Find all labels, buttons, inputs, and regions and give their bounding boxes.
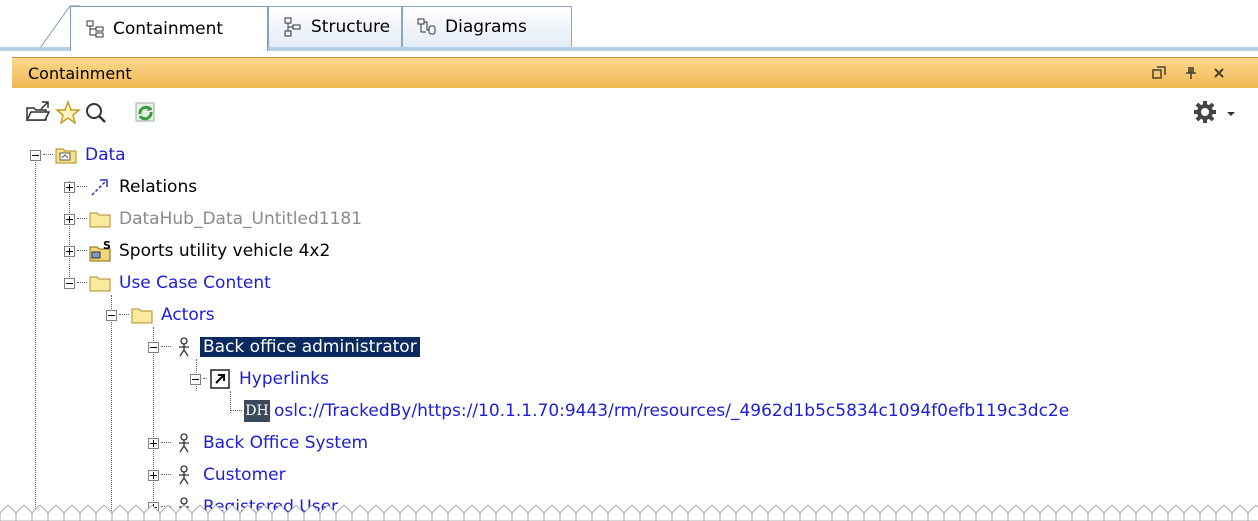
folder-icon: [89, 212, 111, 228]
tree-label: Actors: [161, 305, 215, 325]
tab-structure[interactable]: Structure: [268, 6, 402, 47]
collapse-toggle[interactable]: [148, 341, 159, 353]
pin-icon[interactable]: [1184, 66, 1198, 80]
collapse-toggle[interactable]: [106, 309, 117, 321]
tree-node-datahub-data[interactable]: DataHub_Data_Untitled1181: [64, 205, 365, 233]
refresh-sync-icon[interactable]: [132, 99, 160, 127]
gear-icon[interactable]: [1192, 99, 1220, 127]
tree-node-oslc-link[interactable]: DH oslc://TrackedBy/https://10.1.1.70:94…: [230, 397, 1072, 425]
tree-label: Sports utility vehicle 4x2: [119, 241, 331, 261]
expand-toggle[interactable]: [64, 245, 75, 257]
tab-diagrams[interactable]: Diagrams: [402, 6, 572, 47]
favorite-star-icon[interactable]: [54, 99, 82, 127]
tab-label: Containment: [113, 19, 224, 39]
collapse-toggle[interactable]: [64, 277, 75, 289]
model-package-icon: S: [89, 240, 111, 262]
tree-label: Hyperlinks: [239, 369, 330, 389]
tree-node-hyperlinks[interactable]: Hyperlinks: [190, 365, 332, 393]
containment-tree: Data Relations DataHub_Data_Untitled1181…: [12, 137, 1258, 521]
tab-strip-edge: [39, 5, 80, 49]
containment-tree-icon: [86, 20, 104, 38]
restore-icon[interactable]: [1152, 66, 1166, 80]
package-folder-icon: [55, 148, 77, 164]
folder-icon: [89, 276, 111, 292]
tree-node-data[interactable]: Data: [30, 141, 129, 169]
panel-title: Containment: [28, 64, 132, 83]
tree-node-sports-utility-vehicle[interactable]: S Sports utility vehicle 4x2: [64, 237, 333, 265]
relations-icon: [91, 179, 108, 196]
folder-icon: [131, 308, 153, 324]
search-icon[interactable]: [82, 99, 110, 127]
panel-toolbar: [12, 91, 1258, 137]
torn-edge: [0, 505, 1258, 521]
tree-node-customer[interactable]: Customer: [148, 461, 289, 489]
tree-node-relations[interactable]: Relations: [64, 173, 200, 201]
tree-label: Data: [85, 145, 126, 165]
panel-title-bar: Containment: [12, 57, 1258, 88]
tree-node-back-office-system[interactable]: Back Office System: [148, 429, 371, 457]
tab-label: Diagrams: [445, 17, 527, 37]
expand-toggle[interactable]: [64, 213, 75, 225]
tree-label: Back Office System: [203, 433, 369, 453]
tree-label: DataHub_Data_Untitled1181: [119, 209, 363, 229]
tree-label: Customer: [203, 465, 286, 485]
tree-label: Back office administrator: [200, 337, 420, 357]
svg-text:S: S: [103, 240, 111, 252]
tree-label: Relations: [119, 177, 198, 197]
actor-icon: [179, 337, 189, 357]
collapse-toggle[interactable]: [190, 373, 201, 385]
hyperlink-shortcut-icon: [210, 369, 230, 389]
view-tab-strip: Containment Structure Diagrams: [0, 0, 1258, 51]
tree-node-actors[interactable]: Actors: [106, 301, 218, 329]
expand-toggle[interactable]: [148, 437, 159, 449]
collapse-toggle[interactable]: [30, 149, 41, 161]
diagrams-icon: [417, 18, 436, 35]
tab-containment[interactable]: Containment: [70, 6, 268, 51]
tree-label: Use Case Content: [119, 273, 271, 293]
structure-tree-icon: [284, 17, 301, 37]
tree-node-back-office-administrator[interactable]: Back office administrator: [148, 333, 420, 361]
open-folder-icon[interactable]: [24, 99, 52, 127]
actor-icon: [179, 433, 189, 453]
tree-connector: [35, 159, 37, 521]
tree-label: oslc://TrackedBy/https://10.1.1.70:9443/…: [274, 401, 1070, 421]
tree-node-use-case-content[interactable]: Use Case Content: [64, 269, 274, 297]
datahub-icon: DH: [244, 400, 270, 422]
expand-toggle[interactable]: [148, 469, 159, 481]
close-icon[interactable]: [1212, 66, 1226, 80]
tab-label: Structure: [311, 17, 391, 37]
expand-toggle[interactable]: [64, 181, 75, 193]
chevron-down-icon[interactable]: [1222, 99, 1240, 127]
actor-icon: [179, 465, 189, 485]
